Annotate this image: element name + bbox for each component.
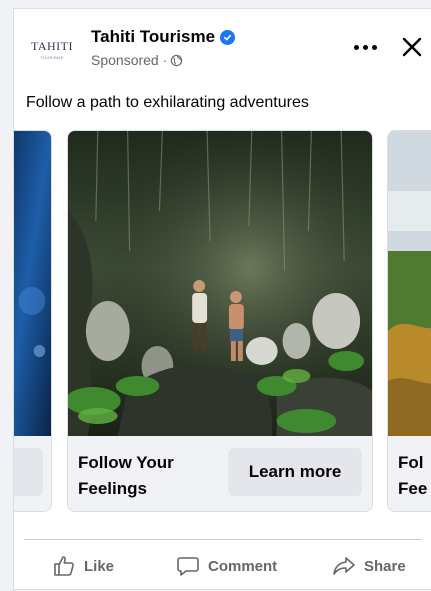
more-dot-icon bbox=[362, 44, 368, 50]
more-dot-icon bbox=[353, 44, 359, 50]
close-icon[interactable] bbox=[398, 33, 426, 61]
card-headline: Follow Your Feelings bbox=[78, 453, 174, 498]
previous-card-footer bbox=[14, 436, 51, 511]
page-name-link[interactable]: Tahiti Tourisme bbox=[91, 27, 236, 47]
more-dot-icon bbox=[371, 44, 377, 50]
carousel-card-previous[interactable] bbox=[14, 130, 52, 512]
thumbs-up-icon bbox=[54, 556, 74, 576]
like-label: Like bbox=[84, 557, 115, 575]
page-name-text: Tahiti Tourisme bbox=[91, 27, 216, 46]
next-card-image bbox=[388, 131, 431, 436]
more-options-button[interactable] bbox=[347, 33, 383, 61]
cave-explorers-image bbox=[68, 131, 372, 436]
logo-wordmark: TAHITI bbox=[30, 38, 74, 53]
next-card-headline: Fol Fee bbox=[398, 453, 428, 498]
share-label: Share bbox=[364, 557, 406, 575]
post-caption: Follow a path to exhilarating adventures bbox=[26, 94, 309, 111]
page-avatar-logo[interactable]: TAHITI TOURISME bbox=[26, 29, 78, 69]
comment-button[interactable]: Comment bbox=[176, 552, 277, 580]
sponsored-text: Sponsored · bbox=[91, 52, 168, 68]
previous-card-cta[interactable] bbox=[14, 448, 43, 496]
main-card-footer: Follow Your Feelings Learn more bbox=[68, 436, 372, 511]
like-button[interactable]: Like bbox=[52, 552, 114, 580]
previous-card-image bbox=[14, 131, 51, 436]
sponsored-post-card: TAHITI TOURISME Tahiti Tourisme Sponsore… bbox=[13, 8, 431, 590]
comment-label: Comment bbox=[208, 557, 278, 575]
globe-icon bbox=[171, 54, 183, 66]
carousel-card-main[interactable]: Follow Your Feelings Learn more bbox=[67, 130, 373, 512]
verified-badge-icon bbox=[220, 29, 236, 45]
post-action-bar: Like Comment Share bbox=[24, 539, 422, 589]
comment-bubble-icon bbox=[177, 557, 199, 576]
post-header: TAHITI TOURISME Tahiti Tourisme Sponsore… bbox=[14, 9, 431, 85]
sponsored-label: Sponsored · bbox=[91, 52, 183, 68]
learn-more-button[interactable]: Learn more bbox=[228, 448, 362, 496]
logo-subtext: TOURISME bbox=[40, 54, 64, 60]
carousel-card-next[interactable]: Fol Fee bbox=[387, 130, 431, 512]
share-arrow-icon bbox=[333, 557, 355, 575]
share-button[interactable]: Share bbox=[332, 552, 406, 580]
ad-carousel[interactable]: Follow Your Feelings Learn more Fol Fee bbox=[14, 130, 431, 514]
next-card-footer: Fol Fee bbox=[388, 436, 431, 511]
